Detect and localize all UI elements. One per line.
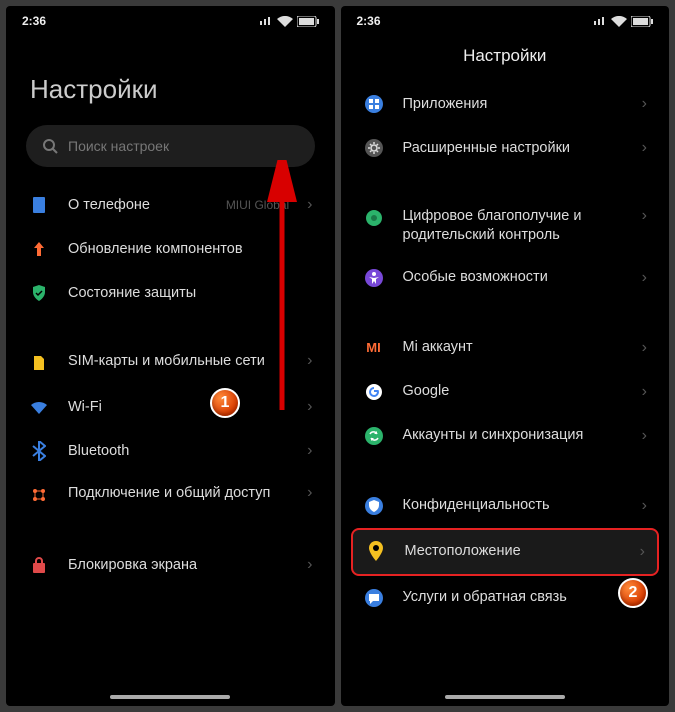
row-sub: MIUI Global bbox=[226, 198, 289, 212]
row-label: Особые возможности bbox=[403, 268, 624, 287]
row-wifi[interactable]: Wi-Fi › bbox=[6, 385, 335, 429]
row-location[interactable]: Местоположение › bbox=[353, 530, 658, 574]
status-bar: 2:36 bbox=[341, 6, 670, 32]
row-label: Mi аккаунт bbox=[403, 338, 624, 357]
privacy-icon bbox=[363, 495, 385, 517]
nav-handle[interactable] bbox=[110, 695, 230, 699]
highlight-location: Местоположение › bbox=[351, 528, 660, 576]
chevron-right-icon: › bbox=[642, 207, 647, 225]
status-time: 2:36 bbox=[357, 14, 381, 28]
chevron-right-icon: › bbox=[307, 556, 312, 574]
row-accessibility[interactable]: Особые возможности › bbox=[341, 256, 670, 300]
google-icon bbox=[363, 381, 385, 403]
settings-list-3: Блокировка экрана › bbox=[6, 543, 335, 587]
row-label: Аккаунты и синхронизация bbox=[403, 426, 624, 445]
wellbeing-icon bbox=[363, 207, 385, 229]
row-label: Местоположение bbox=[405, 542, 622, 561]
row-about-phone[interactable]: О телефоне MIUI Global › bbox=[6, 183, 335, 227]
row-lockscreen[interactable]: Блокировка экрана › bbox=[6, 543, 335, 587]
wifi-icon bbox=[28, 396, 50, 418]
chevron-right-icon: › bbox=[642, 339, 647, 357]
chevron-right-icon: › bbox=[642, 497, 647, 515]
shield-icon bbox=[28, 282, 50, 304]
row-apps[interactable]: Приложения › bbox=[341, 82, 670, 126]
row-label: Состояние защиты bbox=[68, 284, 313, 303]
row-label: Приложения bbox=[403, 95, 624, 114]
row-bluetooth[interactable]: Bluetooth › bbox=[6, 429, 335, 473]
settings-icon bbox=[363, 137, 385, 159]
step-badge-2: 2 bbox=[618, 578, 648, 608]
status-bar: 2:36 bbox=[6, 6, 335, 32]
feedback-icon bbox=[363, 587, 385, 609]
row-label: Wi-Fi bbox=[68, 398, 289, 417]
lock-icon bbox=[28, 554, 50, 576]
chevron-right-icon: › bbox=[307, 196, 312, 214]
row-share[interactable]: Подключение и общий доступ › bbox=[6, 473, 335, 517]
row-label: Цифровое благополучие и родительский кон… bbox=[403, 207, 624, 245]
phone-left: 2:36 Настройки Поиск настроек О телефоне… bbox=[6, 6, 335, 706]
chevron-right-icon: › bbox=[642, 269, 647, 287]
search-icon bbox=[42, 138, 58, 154]
row-label: Google bbox=[403, 382, 624, 401]
chevron-right-icon: › bbox=[640, 543, 645, 561]
row-advanced[interactable]: Расширенные настройки › bbox=[341, 126, 670, 170]
step-badge-1: 1 bbox=[210, 388, 240, 418]
nav-handle[interactable] bbox=[445, 695, 565, 699]
row-update[interactable]: Обновление компонентов bbox=[6, 227, 335, 271]
row-label: Конфиденциальность bbox=[403, 496, 624, 515]
search-input[interactable]: Поиск настроек bbox=[26, 125, 315, 167]
status-icons bbox=[259, 16, 319, 27]
share-icon bbox=[28, 484, 50, 506]
row-label: Bluetooth bbox=[68, 442, 289, 461]
row-sync[interactable]: Аккаунты и синхронизация › bbox=[341, 414, 670, 458]
settings-list-3: MI Mi аккаунт › Google › Аккаунты и синх… bbox=[341, 326, 670, 458]
chevron-right-icon: › bbox=[307, 484, 312, 502]
settings-list-2: SIM-карты и мобильные сети › Wi-Fi › Blu… bbox=[6, 341, 335, 517]
row-label: Подключение и общий доступ bbox=[68, 484, 289, 503]
status-icons bbox=[593, 16, 653, 27]
row-label: Услуги и обратная связь bbox=[403, 588, 624, 607]
row-label: О телефоне bbox=[68, 196, 208, 215]
mi-icon: MI bbox=[363, 337, 385, 359]
row-sim[interactable]: SIM-карты и мобильные сети › bbox=[6, 341, 335, 385]
row-label: Расширенные настройки bbox=[403, 139, 624, 158]
row-label: Блокировка экрана bbox=[68, 556, 289, 575]
page-title: Настройки bbox=[6, 32, 335, 119]
bluetooth-icon bbox=[28, 440, 50, 462]
row-label: Обновление компонентов bbox=[68, 240, 313, 259]
row-wellbeing[interactable]: Цифровое благополучие и родительский кон… bbox=[341, 196, 670, 256]
settings-list-2: Цифровое благополучие и родительский кон… bbox=[341, 196, 670, 300]
chevron-right-icon: › bbox=[642, 139, 647, 157]
sync-icon bbox=[363, 425, 385, 447]
chevron-right-icon: › bbox=[642, 95, 647, 113]
chevron-right-icon: › bbox=[642, 427, 647, 445]
chevron-right-icon: › bbox=[307, 352, 312, 370]
row-mi-account[interactable]: MI Mi аккаунт › bbox=[341, 326, 670, 370]
settings-list-1: О телефоне MIUI Global › Обновление комп… bbox=[6, 183, 335, 315]
row-label: SIM-карты и мобильные сети bbox=[68, 352, 289, 371]
chevron-right-icon: › bbox=[307, 442, 312, 460]
row-privacy[interactable]: Конфиденциальность › bbox=[341, 484, 670, 528]
page-title: Настройки bbox=[341, 32, 670, 82]
settings-list-1: Приложения › Расширенные настройки › bbox=[341, 82, 670, 170]
location-icon bbox=[365, 541, 387, 563]
update-icon bbox=[28, 238, 50, 260]
chevron-right-icon: › bbox=[642, 383, 647, 401]
search-placeholder: Поиск настроек bbox=[68, 138, 169, 154]
sim-icon bbox=[28, 352, 50, 374]
row-google[interactable]: Google › bbox=[341, 370, 670, 414]
apps-icon bbox=[363, 93, 385, 115]
row-security[interactable]: Состояние защиты bbox=[6, 271, 335, 315]
a11y-icon bbox=[363, 267, 385, 289]
status-time: 2:36 bbox=[22, 14, 46, 28]
phone-icon bbox=[28, 194, 50, 216]
chevron-right-icon: › bbox=[307, 398, 312, 416]
